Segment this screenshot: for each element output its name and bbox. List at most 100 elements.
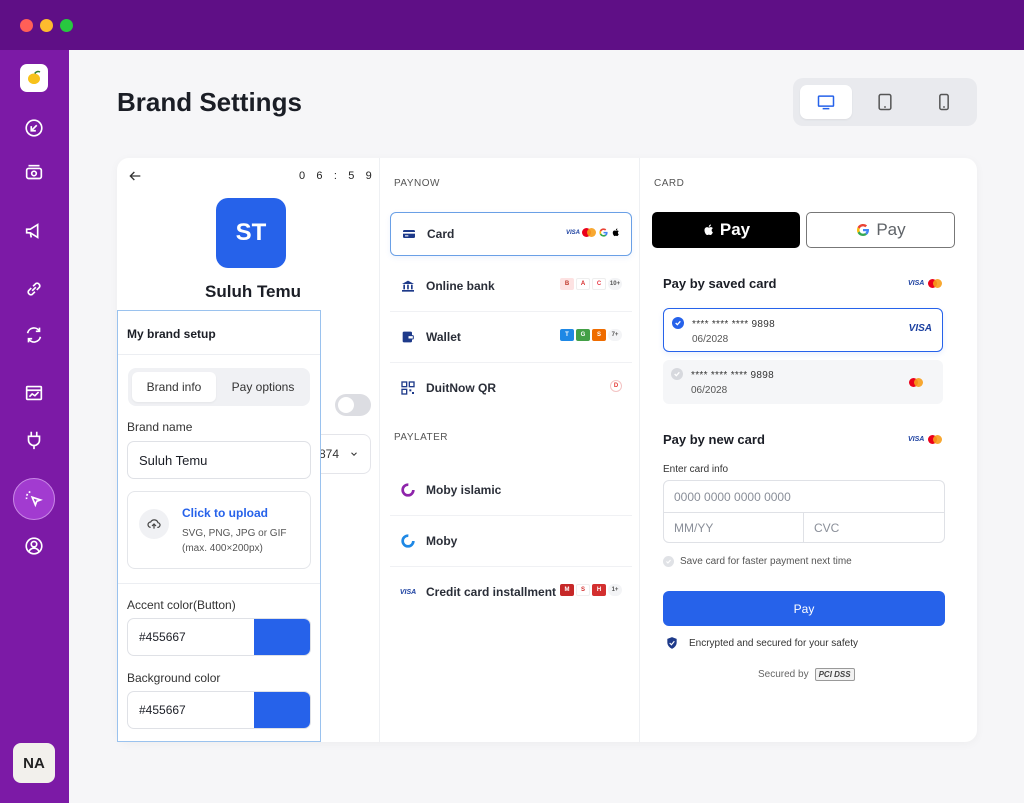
sidebar-item-integrations[interactable]	[19, 425, 49, 455]
card-icon	[403, 230, 415, 238]
mastercard-logo-icon	[928, 435, 943, 444]
wallet-logo-icon: G	[576, 329, 590, 341]
upload-cloud-icon	[139, 509, 169, 539]
card-brand-logos: VISA	[566, 227, 621, 238]
window-close-button[interactable]	[20, 19, 33, 32]
divider	[390, 311, 632, 312]
payment-method-moby[interactable]: Moby	[390, 519, 632, 563]
card-heading: CARD	[654, 178, 685, 189]
bank-logo-icon: S	[576, 584, 590, 596]
bank-logo-icon: C	[592, 278, 606, 290]
sidebar-item-dashboard[interactable]	[19, 113, 49, 143]
app-logo[interactable]	[20, 64, 48, 92]
saved-card-title: Pay by saved card	[663, 276, 777, 291]
payment-method-credit-card-installment[interactable]: VISA Credit card installment M S H 1+	[390, 570, 632, 614]
brand-name-input[interactable]: Suluh Temu	[127, 441, 311, 479]
duitnow-logo-icon: D	[610, 380, 622, 392]
saved-card-mastercard[interactable]: **** **** **** 9898 06/2028	[663, 360, 943, 404]
apple-pay-button[interactable]: Pay	[652, 212, 800, 248]
card-payment-column: CARD Pay Pay Pay by saved card VISA ****…	[639, 158, 977, 742]
window-titlebar	[0, 0, 1024, 50]
payment-method-card[interactable]: Card VISA	[390, 212, 632, 256]
bank-logo-icon: H	[592, 584, 606, 596]
bank-logo-icon: B	[560, 278, 574, 290]
cvc-input[interactable]: CVC	[814, 521, 839, 535]
payment-method-moby-islamic[interactable]: Moby islamic	[390, 468, 632, 512]
sidebar-item-links[interactable]	[19, 274, 49, 304]
upload-link[interactable]: Click to upload	[182, 506, 268, 520]
accepted-brands: VISA	[908, 435, 943, 444]
sidebar-item-payments[interactable]	[19, 158, 49, 188]
moby-icon	[401, 534, 415, 548]
saved-card-visa[interactable]: **** **** **** 9898 06/2028 VISA	[663, 308, 943, 352]
user-circle-icon	[25, 537, 43, 555]
payment-method-duitnow-qr[interactable]: DuitNow QR D	[390, 366, 632, 410]
payment-method-online-bank[interactable]: Online bank B A C 10+	[390, 264, 632, 308]
lemon-logo-icon	[28, 70, 41, 84]
refresh-icon	[26, 327, 42, 343]
google-pay-button[interactable]: Pay	[806, 212, 955, 248]
back-arrow-icon[interactable]	[127, 168, 143, 184]
visa-logo-icon: VISA	[565, 229, 580, 236]
card-input-group: 0000 0000 0000 0000 MM/YY CVC	[663, 480, 945, 543]
shield-check-icon	[667, 637, 677, 649]
brand-name-label: Brand name	[127, 420, 193, 434]
sidebar-item-reports[interactable]	[19, 378, 49, 408]
wallet-logo-icon: S	[592, 329, 606, 341]
preview-toggle[interactable]	[335, 394, 371, 416]
moby-islamic-icon	[401, 483, 415, 497]
apple-logo-icon	[704, 224, 713, 236]
visa-logo-icon: VISA	[908, 323, 932, 334]
arrow-circle-icon	[25, 119, 43, 137]
mastercard-logo-icon	[582, 228, 596, 237]
mobile-icon	[939, 93, 949, 111]
payment-methods-column: PAYNOW Card VISA Online bank B A C 10+ W…	[379, 158, 639, 742]
tablet-icon	[878, 93, 892, 111]
paynow-heading: PAYNOW	[394, 178, 440, 189]
mobile-view-button[interactable]	[918, 85, 970, 119]
countdown-timer: 06:59	[299, 170, 373, 182]
divider	[390, 515, 632, 516]
page-title: Brand Settings	[117, 87, 302, 117]
divider	[118, 583, 320, 584]
setup-panel-title: My brand setup	[118, 311, 320, 355]
payment-method-wallet[interactable]: Wallet T G S 7+	[390, 315, 632, 359]
brand-display-name: Suluh Temu	[205, 282, 302, 301]
sidebar-item-brand-settings[interactable]	[13, 478, 55, 520]
brand-setup-panel: My brand setup Brand info Pay options Br…	[117, 310, 321, 742]
sidebar-item-recurring[interactable]	[19, 320, 49, 350]
user-avatar[interactable]: NA	[13, 743, 55, 783]
tablet-view-button[interactable]	[859, 85, 911, 119]
background-color-label: Background color	[127, 671, 221, 685]
card-number-input[interactable]: 0000 0000 0000 0000	[674, 490, 791, 504]
accent-color-swatch[interactable]	[254, 619, 310, 655]
desktop-view-button[interactable]	[800, 85, 852, 119]
upload-hint: SVG, PNG, JPG or GIF (max. 400×200px)	[182, 528, 287, 554]
visa-logo-icon: VISA	[908, 280, 925, 287]
apple-logo-icon	[612, 228, 619, 237]
wallet-icon	[402, 331, 414, 343]
tab-brand-info[interactable]: Brand info	[132, 372, 216, 402]
logo-upload-area[interactable]: Click to upload SVG, PNG, JPG or GIF (ma…	[127, 491, 311, 569]
window-minimize-button[interactable]	[40, 19, 53, 32]
report-icon	[25, 385, 43, 401]
pci-dss-badge: PCI DSS	[814, 668, 855, 681]
save-card-checkbox[interactable]: Save card for faster payment next time	[663, 556, 852, 567]
expiry-input[interactable]: MM/YY	[674, 521, 713, 535]
background-color-swatch[interactable]	[254, 692, 310, 728]
megaphone-icon	[25, 223, 39, 239]
accent-color-input[interactable]: #455667	[127, 618, 311, 656]
secured-by: Secured by PCI DSS	[758, 668, 855, 681]
new-card-title: Pay by new card	[663, 432, 765, 447]
tab-pay-options[interactable]: Pay options	[220, 372, 306, 402]
check-icon	[663, 556, 674, 567]
bank-icon	[402, 280, 414, 292]
pay-button[interactable]: Pay	[663, 591, 945, 626]
brand-avatar: ST	[216, 198, 286, 268]
sidebar-item-marketing[interactable]	[19, 216, 49, 246]
background-color-input[interactable]: #455667	[127, 691, 311, 729]
sidebar-item-account[interactable]	[19, 531, 49, 561]
bank-logos: B A C 10+	[560, 278, 622, 290]
window-maximize-button[interactable]	[60, 19, 73, 32]
divider	[390, 362, 632, 363]
